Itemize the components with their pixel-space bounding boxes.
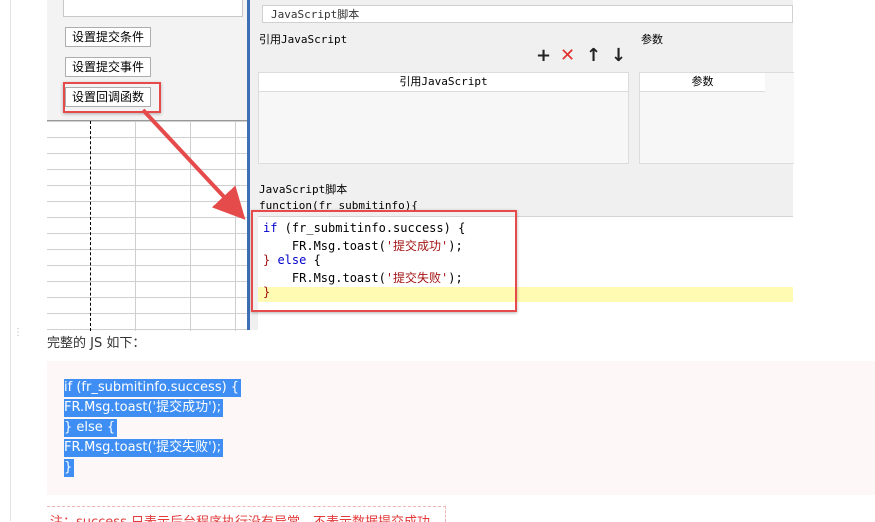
doc-code-line-1: if (fr_submitinfo.success) { — [64, 379, 242, 397]
doc-note-box: 注：success 只表示后台程序执行没有异常，不表示数据提交成功 — [47, 506, 446, 522]
doc-code-line-5: } — [64, 459, 75, 477]
doc-code-line-4: FR.Msg.toast('提交失败'); — [64, 439, 224, 457]
doc-note-text: 注：success 只表示后台程序执行没有异常，不表示数据提交成功 — [50, 511, 430, 522]
doc-code-line-2: FR.Msg.toast('提交成功'); — [64, 399, 224, 417]
doc-intro-text: 完整的 JS 如下： — [47, 336, 146, 351]
doc-code-line-3: } else { — [64, 419, 118, 437]
doc-code-block[interactable]: if (fr_submitinfo.success) { FR.Msg.toas… — [47, 361, 875, 495]
